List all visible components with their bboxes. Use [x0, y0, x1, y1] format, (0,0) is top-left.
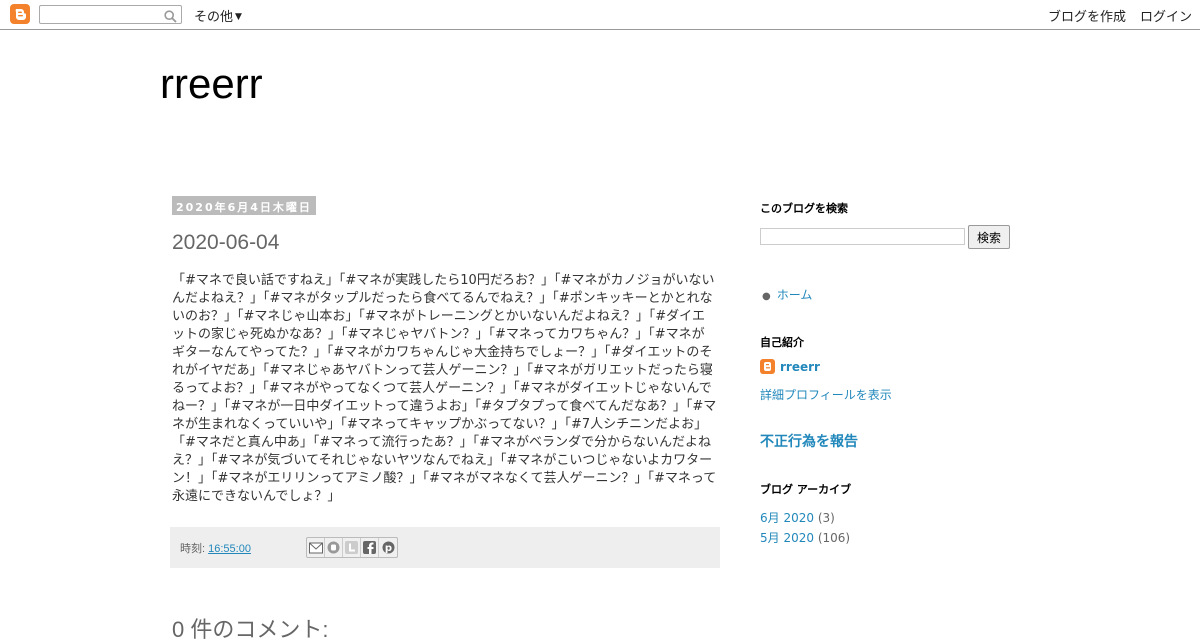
archive-item: 5月 2020 (106): [760, 529, 850, 546]
post-body: 「#マネで良い話ですねえ」「#マネが実践したら10円だろお？」「#マネがカノジョ…: [172, 273, 717, 504]
home-link[interactable]: ホーム: [777, 288, 813, 302]
blog-search-input[interactable]: [760, 228, 965, 245]
blogger-profile-icon: [760, 359, 775, 374]
comments-heading: 0 件のコメント:: [172, 617, 329, 642]
search-widget-heading: このブログを検索: [760, 202, 848, 215]
about-heading: 自己紹介: [760, 336, 804, 349]
archive-count: (3): [817, 511, 835, 525]
blog-title[interactable]: rreerr: [160, 60, 263, 108]
post-footer: 時刻: 16:55:00 p: [170, 527, 720, 568]
home-list-item: ● ホーム: [762, 286, 812, 303]
archive-heading: ブログ アーカイブ: [760, 483, 852, 496]
caret-down-icon: ▼: [235, 12, 242, 22]
post-timestamp: 時刻: 16:55:00: [180, 540, 251, 556]
blogger-icon[interactable]: [325, 538, 343, 557]
post-time-label: 時刻:: [180, 543, 206, 555]
facebook-icon[interactable]: [361, 538, 379, 557]
twitter-icon[interactable]: [343, 538, 361, 557]
search-icon[interactable]: [164, 8, 177, 27]
blog-search-button[interactable]: 検索: [968, 225, 1010, 249]
more-menu-label: その他: [194, 10, 234, 25]
blogger-logo-icon[interactable]: [10, 4, 30, 24]
post-title[interactable]: 2020-06-04: [172, 231, 279, 255]
post-time-link[interactable]: 16:55:00: [208, 543, 251, 555]
blogger-navbar: その他 ▼ ブログを作成 ログイン: [0, 0, 1200, 30]
archive-item: 6月 2020 (3): [760, 509, 835, 526]
more-menu[interactable]: その他 ▼: [194, 6, 242, 25]
svg-text:p: p: [384, 543, 391, 554]
report-abuse-link[interactable]: 不正行為を報告: [760, 431, 858, 451]
archive-link[interactable]: 6月 2020: [760, 511, 814, 525]
post-date-header: 2020年6月4日木曜日: [172, 196, 316, 215]
archive-count: (106): [817, 531, 851, 545]
pinterest-icon[interactable]: p: [379, 538, 397, 557]
navbar-search-input[interactable]: [40, 9, 164, 27]
profile-row: rreerr: [760, 359, 820, 374]
login-link[interactable]: ログイン: [1140, 10, 1192, 25]
share-buttons: p: [306, 537, 398, 558]
bullet-icon: ●: [762, 291, 771, 302]
view-full-profile-link[interactable]: 詳細プロフィールを表示: [760, 386, 892, 403]
archive-link[interactable]: 5月 2020: [760, 531, 814, 545]
mail-icon[interactable]: [307, 538, 325, 557]
navbar-search-field[interactable]: [39, 5, 182, 27]
navbar-actions: ブログを作成 ログイン: [1034, 6, 1192, 25]
create-blog-link[interactable]: ブログを作成: [1048, 10, 1126, 25]
profile-name-link[interactable]: rreerr: [780, 360, 820, 374]
